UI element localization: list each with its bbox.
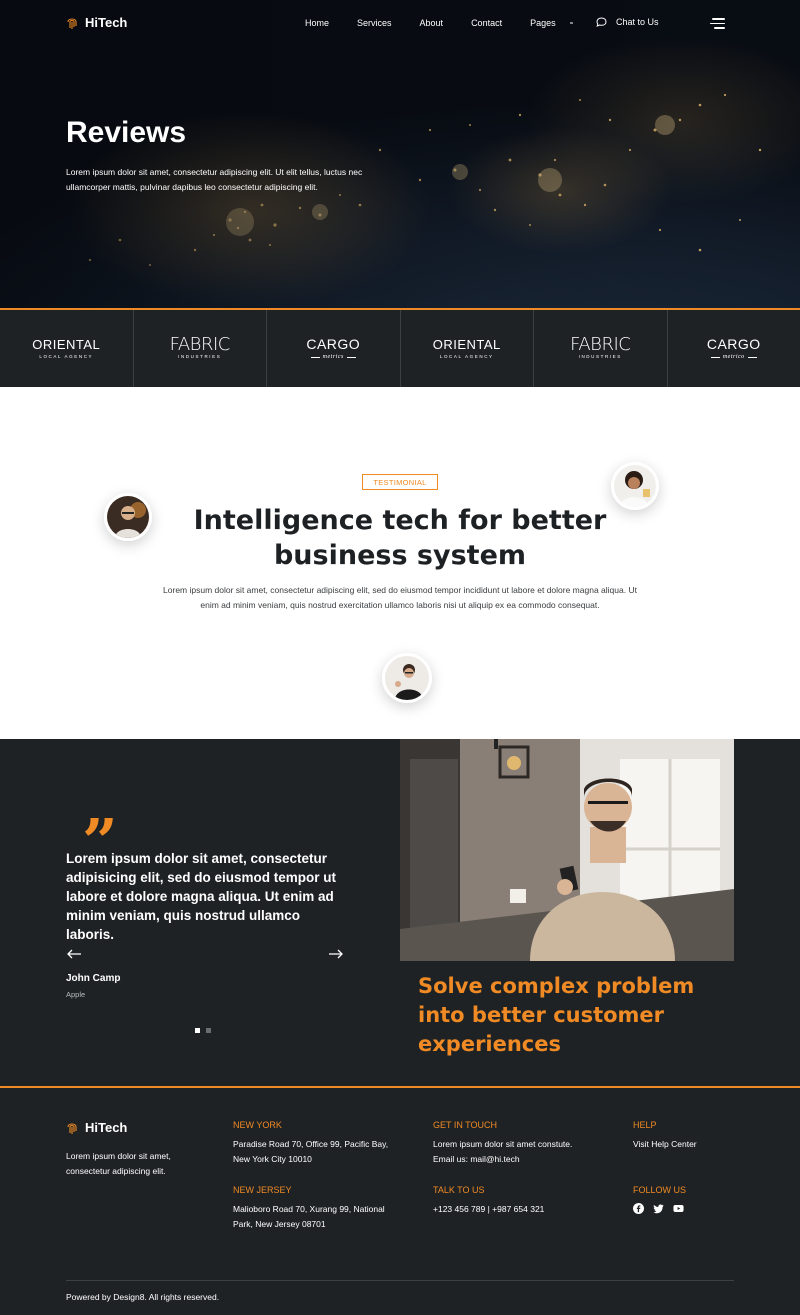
footer-heading-get-in-touch: GET IN TOUCH (433, 1120, 498, 1130)
footer-divider (66, 1280, 734, 1281)
logo-main-text: ORIENTAL (432, 337, 501, 352)
reviewer-name: John Camp (66, 973, 121, 984)
avatar[interactable] (382, 653, 432, 703)
footer-heading-talk-to-us: TALK TO US (433, 1185, 485, 1195)
testimonial-text: Lorem ipsum dolor sit amet, consectetur … (163, 585, 637, 610)
avatar[interactable] (611, 462, 659, 510)
chevron-down-icon (569, 22, 573, 24)
slider-dot-active[interactable] (195, 1028, 200, 1033)
review-quote: Lorem ipsum dolor sit amet, consectetur … (66, 851, 337, 942)
fingerprint-icon (67, 17, 77, 29)
hero-description: Lorem ipsum dolor sit amet, consectetur … (66, 167, 363, 192)
footer-heading-follow-us: FOLLOW US (633, 1185, 687, 1195)
logo-main-text: FABRIC (570, 334, 631, 355)
nav-pages-label: Pages (530, 18, 556, 28)
logo-sub-text: metrico (710, 354, 757, 360)
site-footer: HiTech Lorem ipsum dolor sit amet, conse… (0, 1088, 800, 1315)
footer-address-new-york: Paradise Road 70, Office 99, Pacific Bay… (233, 1139, 389, 1164)
main-nav: Home Services About Contact Pages (305, 18, 602, 28)
twitter-icon[interactable] (653, 1203, 664, 1214)
youtube-icon[interactable] (673, 1203, 684, 1214)
copyright-text: Powered by Design8. All rights reserved. (66, 1292, 220, 1302)
page-title: Reviews (66, 116, 187, 149)
footer-brand[interactable]: HiTech (66, 1120, 127, 1135)
partner-logo-oriental: ORIENTAL LOCAL AGENCY (401, 310, 534, 387)
review-section: ” Lorem ipsum dolor sit amet, consectetu… (0, 739, 800, 1088)
slider-dot[interactable] (206, 1028, 211, 1033)
logo-sub-text: LOCAL AGENCY (39, 354, 94, 359)
partner-logo-fabric: FABRIC INDUSTRIES (134, 310, 267, 387)
partner-logo-cargo: CARGO metrics (267, 310, 401, 387)
footer-contact-text[interactable]: Lorem ipsum dolor sit amet constute. Ema… (433, 1137, 593, 1167)
nav-home[interactable]: Home (305, 18, 329, 28)
man-with-phone-photo (400, 739, 734, 961)
avatar-woman-laughing (614, 465, 656, 507)
facebook-icon[interactable] (633, 1203, 644, 1214)
avatar[interactable] (104, 493, 152, 541)
avatar-man-pointing (385, 656, 429, 700)
brand-name: HiTech (85, 15, 128, 30)
footer-heading-new-jersey: NEW JERSEY (233, 1185, 292, 1195)
logo-main-text: CARGO (706, 335, 761, 352)
brand-logo[interactable]: HiTech (66, 15, 127, 30)
top-navbar: HiTech Home Services About Contact Pages… (0, 0, 800, 48)
hamburger-menu-icon[interactable] (710, 18, 725, 29)
slider-dots (195, 1028, 211, 1033)
testimonial-section: TESTIMONIAL Intelligence tech for better… (0, 387, 800, 739)
logo-main-text: CARGO (306, 335, 361, 352)
footer-phone-numbers[interactable]: +123 456 789 | +987 654 321 (433, 1202, 603, 1217)
chat-label: Chat to Us (616, 17, 659, 27)
nav-contact[interactable]: Contact (471, 18, 502, 28)
chat-button[interactable]: Chat to Us (596, 17, 659, 27)
logo-sub-text: metrics (310, 354, 357, 360)
logo-sub-text: INDUSTRIES (178, 354, 222, 359)
arrow-left-icon[interactable] (66, 949, 82, 959)
arrow-right-icon[interactable] (328, 949, 344, 959)
partner-logo-fabric: FABRIC INDUSTRIES (534, 310, 668, 387)
photo-illustration (400, 739, 734, 961)
logo-sub-text: LOCAL AGENCY (439, 354, 494, 359)
partner-logo-cargo: CARGO metrico (668, 310, 800, 387)
testimonial-badge: TESTIMONIAL (362, 474, 438, 490)
testimonial-title-line2: business system (273, 540, 527, 571)
footer-heading-help: HELP (633, 1120, 657, 1130)
logo-main-text: FABRIC (169, 334, 231, 355)
avatar-man-glasses (107, 496, 149, 538)
nav-services[interactable]: Services (357, 18, 392, 28)
chat-bubble-icon (596, 17, 607, 27)
footer-description: Lorem ipsum dolor sit amet, consectetur … (66, 1151, 171, 1176)
logo-sub-text: INDUSTRIES (578, 354, 622, 359)
reviewer-company: Apple (66, 990, 86, 999)
footer-brand-name: HiTech (85, 1120, 128, 1135)
social-links (633, 1203, 684, 1214)
logo-main-text: ORIENTAL (32, 337, 101, 352)
nav-pages[interactable]: Pages (530, 18, 574, 28)
footer-heading-new-york: NEW YORK (233, 1120, 282, 1130)
partner-logo-oriental: ORIENTAL LOCAL AGENCY (0, 310, 134, 387)
nav-about[interactable]: About (420, 18, 444, 28)
footer-address-new-jersey: Malioboro Road 70, Xurang 99, National P… (233, 1204, 385, 1229)
fingerprint-icon (67, 1122, 77, 1134)
review-heading: Solve complex problem into better custom… (418, 974, 695, 1056)
testimonial-title-line1: Intelligence tech for better (193, 505, 607, 536)
partner-logos: ORIENTAL LOCAL AGENCY FABRIC INDUSTRIES … (0, 308, 800, 387)
hero-section: HiTech Home Services About Contact Pages… (0, 0, 800, 308)
help-center-link[interactable]: Visit Help Center (633, 1137, 697, 1152)
